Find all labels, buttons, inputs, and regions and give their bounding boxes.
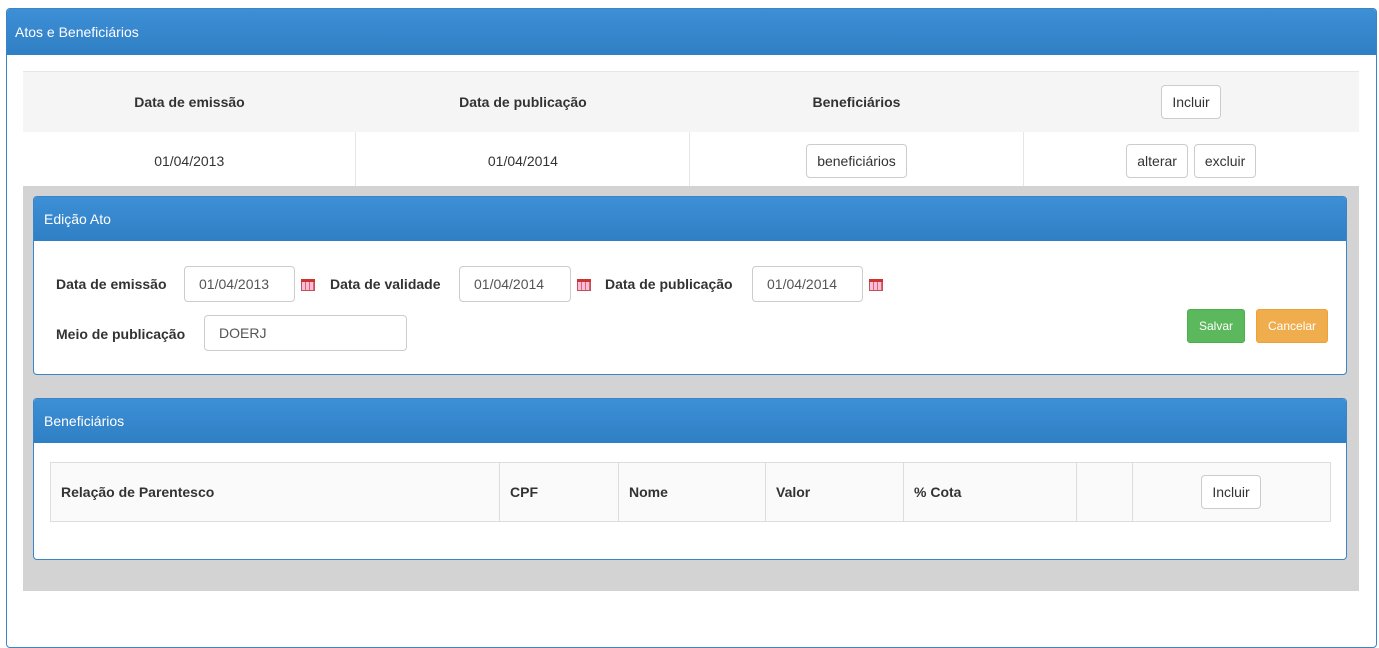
beneficiarios-table: Relação de Parentesco CPF Nome Valor % C…	[50, 462, 1331, 522]
col-header-actions: Incluir	[1023, 71, 1359, 132]
incluir-ato-button[interactable]: Incluir	[1161, 85, 1221, 119]
beneficiarios-panel: Beneficiários Relação de Parentesco CPF …	[33, 398, 1347, 560]
atos-panel: Atos e Beneficiários Data de emissão Dat…	[6, 8, 1377, 648]
calendar-icon[interactable]	[301, 279, 315, 291]
emissao-input[interactable]	[184, 266, 295, 302]
beneficiarios-table-header: Relação de Parentesco CPF Nome Valor % C…	[50, 462, 1331, 522]
validade-input[interactable]	[459, 266, 571, 302]
col-header-blank	[1076, 462, 1133, 522]
validade-label: Data de validade	[330, 276, 441, 292]
cell-beneficiarios: beneficiários	[689, 132, 1024, 190]
table-row: 01/04/2013 01/04/2014 beneficiários alte…	[23, 132, 1359, 190]
col-header-cota: % Cota	[903, 462, 1077, 522]
col-header-valor: Valor	[765, 462, 904, 522]
incluir-beneficiario-button[interactable]: Incluir	[1201, 475, 1261, 509]
atos-table-header: Data de emissão Data de publicação Benef…	[23, 71, 1359, 132]
col-header-parentesco: Relação de Parentesco	[50, 462, 500, 522]
edit-ato-panel: Edição Ato Data de emissão Data de valid…	[33, 196, 1347, 375]
publicacao-input[interactable]	[752, 266, 863, 302]
col-header-cpf: CPF	[499, 462, 619, 522]
calendar-icon[interactable]	[869, 279, 883, 291]
alterar-button[interactable]: alterar	[1126, 144, 1188, 178]
calendar-icon[interactable]	[577, 279, 591, 291]
beneficiarios-heading: Beneficiários	[34, 399, 1346, 443]
edit-area: Edição Ato Data de emissão Data de valid…	[23, 186, 1359, 591]
col-header-beneficiarios: Beneficiários	[689, 71, 1024, 132]
cancel-button[interactable]: Cancelar	[1256, 309, 1329, 343]
emissao-label: Data de emissão	[56, 276, 167, 292]
meio-label: Meio de publicação	[56, 326, 186, 342]
col-header-actions: Incluir	[1132, 462, 1331, 522]
beneficiarios-button[interactable]: beneficiários	[806, 144, 907, 178]
cell-actions: alterar excluir	[1022, 132, 1359, 190]
atos-panel-heading: Atos e Beneficiários	[7, 9, 1376, 55]
save-button[interactable]: Salvar	[1187, 309, 1246, 343]
edit-ato-heading: Edição Ato	[34, 197, 1346, 241]
meio-publicacao-input[interactable]	[204, 315, 407, 351]
cell-publicacao: 01/04/2014	[355, 132, 690, 190]
atos-table: Data de emissão Data de publicação Benef…	[23, 71, 1359, 190]
col-header-nome: Nome	[618, 462, 766, 522]
publicacao-label: Data de publicação	[605, 276, 733, 292]
col-header-emissao: Data de emissão	[23, 71, 356, 132]
excluir-button[interactable]: excluir	[1193, 144, 1257, 178]
cell-emissao: 01/04/2013	[23, 132, 356, 190]
col-header-publicacao: Data de publicação	[355, 71, 690, 132]
